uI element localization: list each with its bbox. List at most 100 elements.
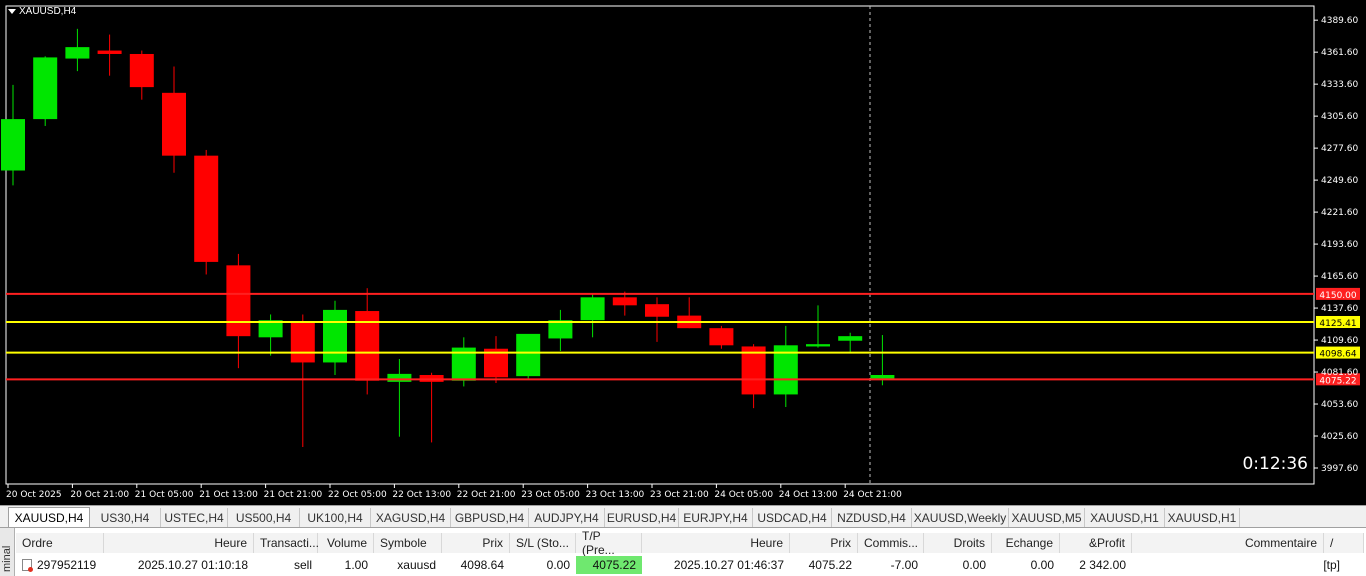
candle-body [1,119,25,171]
terminal-panel: minal Ordre Heure Transacti... Volume Symbol… [0,527,1366,576]
column-header[interactable]: S/L (Sto... [510,533,576,553]
bar-countdown-timer: 0:12:36 [1242,454,1308,474]
candle-body [709,328,734,346]
table-cell: 2025.10.27 01:46:37 [673,558,784,572]
candle-body [290,321,315,363]
x-tick-label: 21 Oct 21:00 [264,490,323,500]
y-tick-label: 4053.60 [1321,400,1358,410]
price-chart[interactable]: 4150.00 4125.41 4098.64 4075.22 4389.60 4361.… [0,0,1366,505]
candle-body [387,373,412,382]
chart-tab[interactable]: XAGUSD,H4 [371,508,451,527]
x-tick-label: 22 Oct 13:00 [392,490,451,500]
candle-body [741,346,766,395]
y-tick-label: 4361.60 [1321,48,1358,58]
x-tick-label: 23 Oct 13:00 [586,490,645,500]
candle-body [33,57,58,120]
candle-body [612,297,637,306]
candlestick-chart[interactable]: 4150.004125.414098.644075.224389.604361.… [0,0,1366,505]
column-header[interactable]: Prix [790,533,858,553]
table-cell: 4098.64 [460,558,504,572]
chart-tab-bar: XAUUSD,H4 US30,H4 USTEC,H4 US500,H4 UK100,H4… [0,505,1366,528]
y-tick-label: 4333.60 [1321,80,1358,90]
symbol-title-text: XAUUSD,H4 [19,6,77,17]
y-tick-label: 4249.60 [1321,176,1358,186]
y-tick-label: 4137.60 [1321,304,1358,314]
y-tick-label: 4193.60 [1321,240,1358,250]
x-tick-label: 21 Oct 05:00 [135,490,194,500]
column-header[interactable]: Droits [924,533,992,553]
chart-tab[interactable]: AUDJPY,H4 [529,508,605,527]
column-header[interactable]: Heure [104,533,254,553]
column-header[interactable]: Volume [318,533,374,553]
chart-tab[interactable]: UK100,H4 [300,508,371,527]
y-tick-label: 3997.60 [1321,464,1358,474]
candle-body [65,47,90,59]
column-header[interactable]: &Profit [1060,533,1132,553]
table-cell: 297952119 [16,556,104,574]
candle-body [162,92,186,156]
column-header[interactable]: Echange [992,533,1060,553]
candle-body [645,304,669,317]
x-tick-label: 23 Oct 21:00 [650,490,709,500]
chart-tab[interactable]: XAUUSD,Weekly [912,508,1009,527]
x-tick-label: 21 Oct 13:00 [199,490,258,500]
table-cell: 0.00 [962,558,986,572]
terminal-side-label-text: minal [1,545,13,572]
column-header[interactable]: Transacti... [254,533,319,553]
price-level-label: 4098.64 [1319,350,1356,360]
chart-tab[interactable]: XAUUSD,H1 [1165,508,1240,527]
candle-body [97,50,122,54]
chart-tab[interactable]: XAUUSD,H1 [1085,508,1165,527]
chart-tab[interactable]: XAUUSD,M5 [1009,508,1085,527]
x-tick-label: 24 Oct 05:00 [714,490,773,500]
table-cell: 4075.22 [576,556,642,574]
chart-tab[interactable]: US30,H4 [90,508,161,527]
price-level-label: 4125.41 [1319,319,1356,329]
table-cell: -7.00 [890,558,918,572]
column-header[interactable]: Ordre [16,533,104,553]
chart-tab[interactable]: NZDUSD,H4 [832,508,912,527]
column-header[interactable]: / [1324,533,1364,553]
dropdown-arrow-icon[interactable] [8,9,16,14]
x-tick-label: 23 Oct 05:00 [521,490,580,500]
candle-body [838,336,863,341]
chart-tab[interactable]: US500,H4 [228,508,300,527]
x-tick-label: 24 Oct 21:00 [843,490,902,500]
column-header[interactable]: Heure [642,533,790,553]
x-tick-label: 20 Oct 2025 [6,490,62,500]
chart-tab[interactable]: XAUUSD,H4 [8,507,90,528]
chart-tab[interactable]: EURUSD,H4 [605,508,679,527]
column-header[interactable]: Prix [442,533,510,553]
terminal-side-label[interactable]: minal [0,528,15,576]
x-tick-label: 24 Oct 13:00 [779,490,838,500]
chart-tab[interactable]: GBPUSD,H4 [451,508,529,527]
table-cell: 0.00 [546,558,570,572]
chart-tab[interactable]: USDCAD,H4 [753,508,832,527]
column-header[interactable]: Commentaire [1132,533,1324,553]
candle-body [129,53,154,88]
x-tick-label: 22 Oct 05:00 [328,490,387,500]
table-cell: xauusd [397,558,436,572]
table-cell: 1.00 [344,558,368,572]
column-header[interactable]: Symbole [374,533,442,553]
y-tick-label: 4081.60 [1321,368,1358,378]
y-tick-label: 4165.60 [1321,272,1358,282]
y-tick-label: 4109.60 [1321,336,1358,346]
price-level-label: 4150.00 [1319,291,1356,301]
y-tick-label: 4025.60 [1321,432,1358,442]
chart-symbol-title[interactable]: XAUUSD,H4 [8,6,76,17]
candle-body [323,309,347,363]
y-tick-label: 4389.60 [1321,16,1358,26]
table-cell: 4075.22 [808,558,852,572]
chart-tab[interactable]: USTEC,H4 [161,508,228,527]
y-tick-label: 4221.60 [1321,208,1358,218]
table-cell: 2025.10.27 01:10:18 [137,558,248,572]
y-tick-label: 4305.60 [1321,112,1358,122]
column-header[interactable]: T/P (Pre... [576,529,642,557]
chart-tab[interactable]: EURJPY,H4 [679,508,753,527]
candle-body [870,375,895,379]
column-header[interactable]: Commis... [858,533,924,553]
candle-body [226,265,251,337]
y-tick-label: 4277.60 [1321,144,1358,154]
order-document-icon [22,559,33,572]
